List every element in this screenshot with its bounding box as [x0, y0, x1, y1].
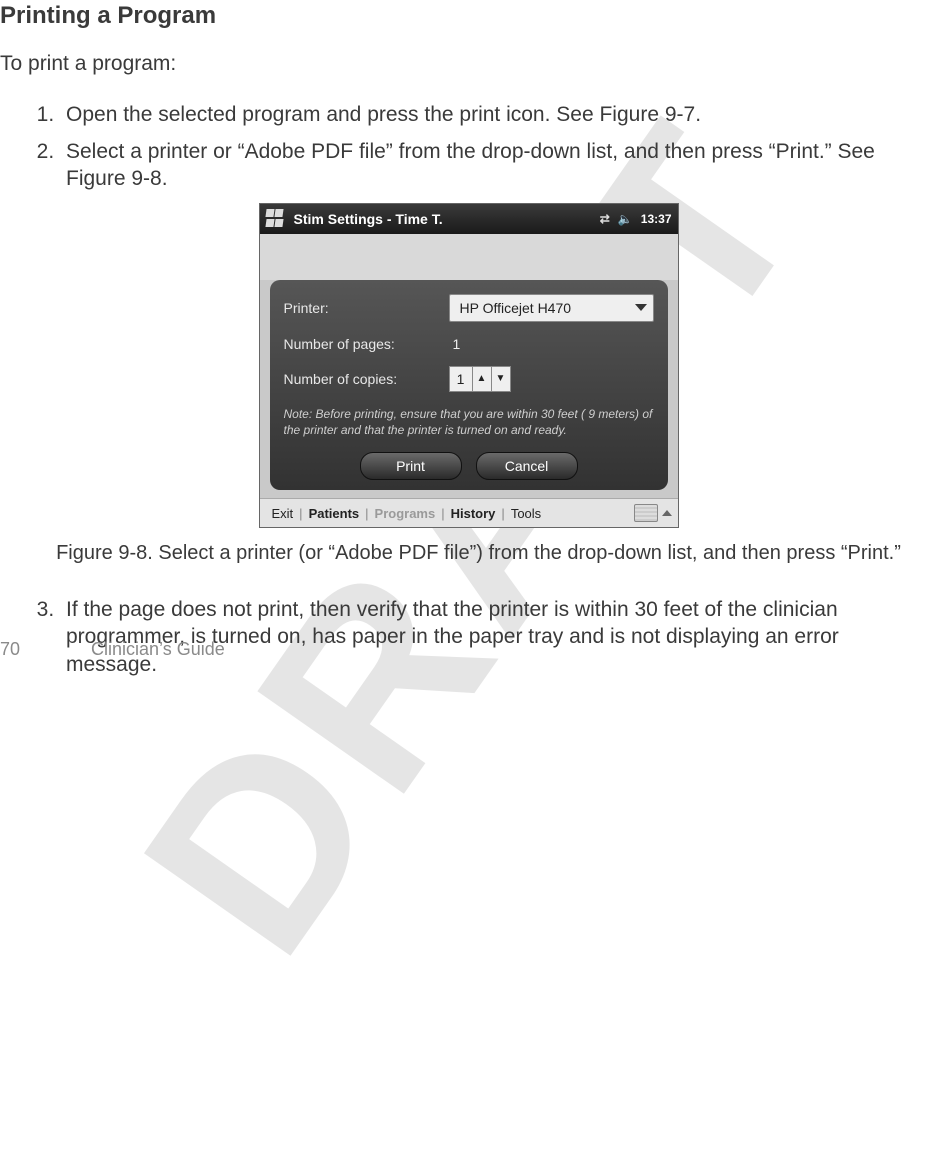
- nav-exit[interactable]: Exit: [266, 506, 300, 521]
- window-title: Stim Settings - Time T.: [294, 211, 600, 227]
- step-2: Select a printer or “Adobe PDF file” fro…: [60, 139, 927, 193]
- spinner-down-icon[interactable]: ▼: [491, 367, 510, 391]
- step-3: If the page does not print, then verify …: [60, 596, 919, 678]
- copies-spinner[interactable]: 1 ▲ ▼: [449, 366, 511, 392]
- document-page: Printing a Program To print a program: O…: [0, 2, 949, 678]
- keyboard-icon[interactable]: [634, 504, 658, 522]
- steps-list-second: If the page does not print, then verify …: [30, 596, 937, 678]
- clock-label: 13:37: [641, 212, 672, 226]
- intro-text: To print a program:: [0, 52, 937, 76]
- nav-patients[interactable]: Patients: [303, 506, 366, 521]
- figure-caption: Figure 9-8. Select a printer (or “Adobe …: [40, 540, 917, 566]
- pages-row: Number of pages: 1: [284, 336, 654, 352]
- printer-selected-value: HP Officejet H470: [460, 300, 572, 316]
- copies-label: Number of copies:: [284, 371, 449, 387]
- device-screenshot: Stim Settings - Time T. ⇄ 🔈 13:37 Printe…: [259, 203, 679, 528]
- copies-row: Number of copies: 1 ▲ ▼: [284, 366, 654, 392]
- print-note: Note: Before printing, ensure that you a…: [284, 406, 654, 438]
- page-footer: 70 Clinician’s Guide: [0, 639, 225, 660]
- step-1: Open the selected program and press the …: [60, 102, 927, 129]
- caret-up-icon[interactable]: [662, 510, 672, 516]
- spinner-up-icon[interactable]: ▲: [472, 367, 491, 391]
- copies-value: 1: [450, 371, 472, 387]
- page-number: 70: [0, 639, 56, 660]
- section-heading: Printing a Program: [0, 2, 937, 30]
- doc-title: Clinician’s Guide: [91, 639, 225, 659]
- print-button[interactable]: Print: [360, 452, 462, 480]
- cancel-button[interactable]: Cancel: [476, 452, 578, 480]
- system-tray: ⇄ 🔈 13:37: [600, 212, 672, 226]
- chevron-down-icon: [635, 304, 647, 311]
- printer-label: Printer:: [284, 300, 449, 316]
- device-blank-area: [260, 234, 678, 280]
- pages-value: 1: [449, 336, 461, 352]
- nav-history[interactable]: History: [445, 506, 502, 521]
- figure-9-8: Stim Settings - Time T. ⇄ 🔈 13:37 Printe…: [0, 203, 937, 528]
- printer-row: Printer: HP Officejet H470: [284, 294, 654, 322]
- printer-dropdown[interactable]: HP Officejet H470: [449, 294, 654, 322]
- pages-label: Number of pages:: [284, 336, 449, 352]
- start-icon: [266, 209, 286, 229]
- steps-list-first: Open the selected program and press the …: [30, 102, 937, 193]
- connectivity-icon: ⇄: [600, 212, 610, 226]
- nav-tools[interactable]: Tools: [505, 506, 547, 521]
- dialog-buttons: Print Cancel: [284, 452, 654, 480]
- speaker-icon: 🔈: [618, 212, 633, 226]
- nav-programs[interactable]: Programs: [369, 506, 442, 521]
- device-bottombar: Exit | Patients | Programs | History | T…: [260, 498, 678, 527]
- device-titlebar: Stim Settings - Time T. ⇄ 🔈 13:37: [260, 204, 678, 234]
- print-dialog: Printer: HP Officejet H470 Number of pag…: [270, 280, 668, 490]
